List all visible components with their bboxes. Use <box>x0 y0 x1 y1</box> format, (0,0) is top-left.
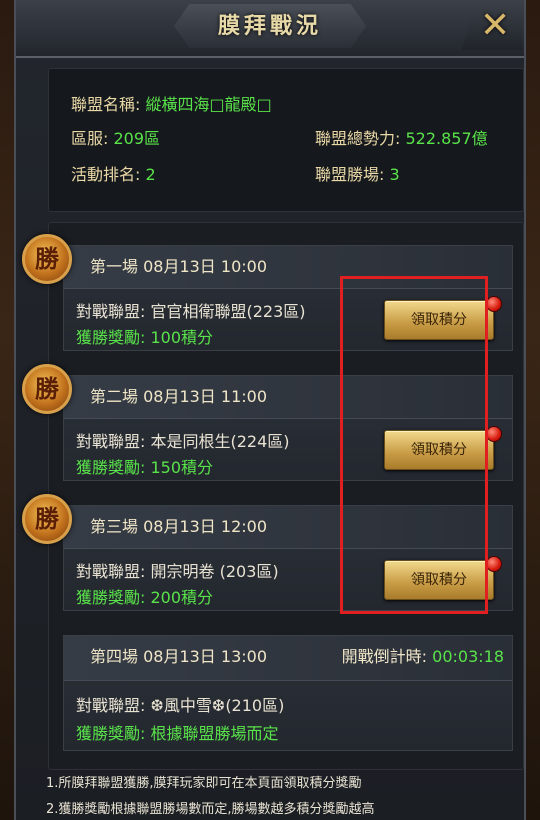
countdown-value: 00:03:18 <box>432 647 504 666</box>
notification-dot <box>486 556 502 572</box>
opponent-value: 本是同根生(224區) <box>150 432 290 451</box>
win-badge-icon: 勝 <box>22 364 72 414</box>
close-button[interactable]: ✕ <box>462 4 522 50</box>
background-right <box>526 0 540 820</box>
reward-value: 150積分 <box>150 458 214 477</box>
opponent-value: ❆風中雪❆(210區) <box>150 696 285 715</box>
win-badge-text: 勝 <box>35 374 59 403</box>
opponent-row: 對戰聯盟: 官官相衛聯盟(223區) <box>76 298 306 322</box>
match-header-text: 第四場 08月13日 13:00 <box>90 647 268 666</box>
reward-value: 200積分 <box>150 588 214 607</box>
win-badge-text: 勝 <box>35 244 59 273</box>
win-badge-icon: 勝 <box>22 234 72 284</box>
opponent-row: 對戰聯盟: 開宗明卷 (203區) <box>76 558 279 582</box>
alliance-wins-row: 聯盟勝場: 3 <box>315 161 400 185</box>
opponent-label: 對戰聯盟: <box>76 432 146 451</box>
match-header-text: 第三場 08月13日 12:00 <box>90 517 268 536</box>
server-row: 區服: 209區 <box>71 125 160 149</box>
opponent-row: 對戰聯盟: 本是同根生(224區) <box>76 428 290 452</box>
match-header-text: 第二場 08月13日 11:00 <box>90 387 268 406</box>
opponent-value: 官官相衛聯盟(223區) <box>150 302 306 321</box>
event-rank-value: 2 <box>145 165 156 184</box>
alliance-name-row: 聯盟名稱: 縱橫四海□龍殿□ <box>71 91 272 115</box>
event-rank-label: 活動排名: <box>71 165 141 184</box>
match-header: 第四場 08月13日 13:00 開戰倒計時: 00:03:18 <box>64 636 512 681</box>
opponent-value: 開宗明卷 (203區) <box>150 562 279 581</box>
alliance-name-value: 縱橫四海□龍殿□ <box>145 95 272 114</box>
alliance-power-label: 聯盟總勢力: <box>315 129 401 148</box>
reward-label: 獲勝獎勵: <box>76 724 146 743</box>
alliance-wins-label: 聯盟勝場: <box>315 165 385 184</box>
close-icon: ✕ <box>480 5 511 46</box>
opponent-label: 對戰聯盟: <box>76 562 146 581</box>
countdown: 開戰倒計時: 00:03:18 <box>342 636 504 678</box>
win-badge-text: 勝 <box>35 504 59 533</box>
notification-dot <box>486 426 502 442</box>
opponent-row: 對戰聯盟: ❆風中雪❆(210區) <box>76 692 284 716</box>
reward-row: 獲勝獎勵: 200積分 <box>76 584 213 608</box>
opponent-label: 對戰聯盟: <box>76 696 146 715</box>
opponent-label: 對戰聯盟: <box>76 302 146 321</box>
countdown-label: 開戰倒計時: <box>341 647 428 666</box>
win-badge-icon: 勝 <box>22 494 72 544</box>
match-card-4: 第四場 08月13日 13:00 開戰倒計時: 00:03:18 對戰聯盟: ❆… <box>63 635 513 751</box>
server-value: 209區 <box>113 129 161 148</box>
reward-label: 獲勝獎勵: <box>76 328 146 347</box>
reward-label: 獲勝獎勵: <box>76 458 146 477</box>
alliance-name-label: 聯盟名稱: <box>71 95 141 114</box>
highlight-box <box>340 276 488 614</box>
reward-row: 獲勝獎勵: 100積分 <box>76 324 213 348</box>
alliance-power-value: 522.857億 <box>405 129 488 148</box>
match-header-text: 第一場 08月13日 10:00 <box>90 257 268 276</box>
alliance-info-panel: 聯盟名稱: 縱橫四海□龍殿□ 區服: 209區 聯盟總勢力: 522.857億 … <box>48 68 524 212</box>
window-title: 膜拜戰況 <box>217 13 322 39</box>
event-rank-row: 活動排名: 2 <box>71 161 156 185</box>
alliance-power-row: 聯盟總勢力: 522.857億 <box>315 125 488 149</box>
note-line-1: 1.所膜拜聯盟獲勝,膜拜玩家即可在本頁面領取積分獎勵 <box>46 776 362 791</box>
alliance-wins-value: 3 <box>389 165 400 184</box>
reward-label: 獲勝獎勵: <box>76 588 146 607</box>
reward-row: 獲勝獎勵: 根據聯盟勝場而定 <box>76 720 279 744</box>
title-bar: 膜拜戰況 ✕ <box>16 0 524 58</box>
reward-value: 100積分 <box>150 328 214 347</box>
note-line-2: 2.獲勝獎勵根據聯盟勝場數而定,勝場數越多積分獎勵越高 <box>46 802 375 817</box>
background-left <box>0 0 14 820</box>
reward-value: 根據聯盟勝場而定 <box>150 724 279 743</box>
notification-dot <box>486 296 502 312</box>
server-label: 區服: <box>71 129 109 148</box>
reward-row: 獲勝獎勵: 150積分 <box>76 454 213 478</box>
